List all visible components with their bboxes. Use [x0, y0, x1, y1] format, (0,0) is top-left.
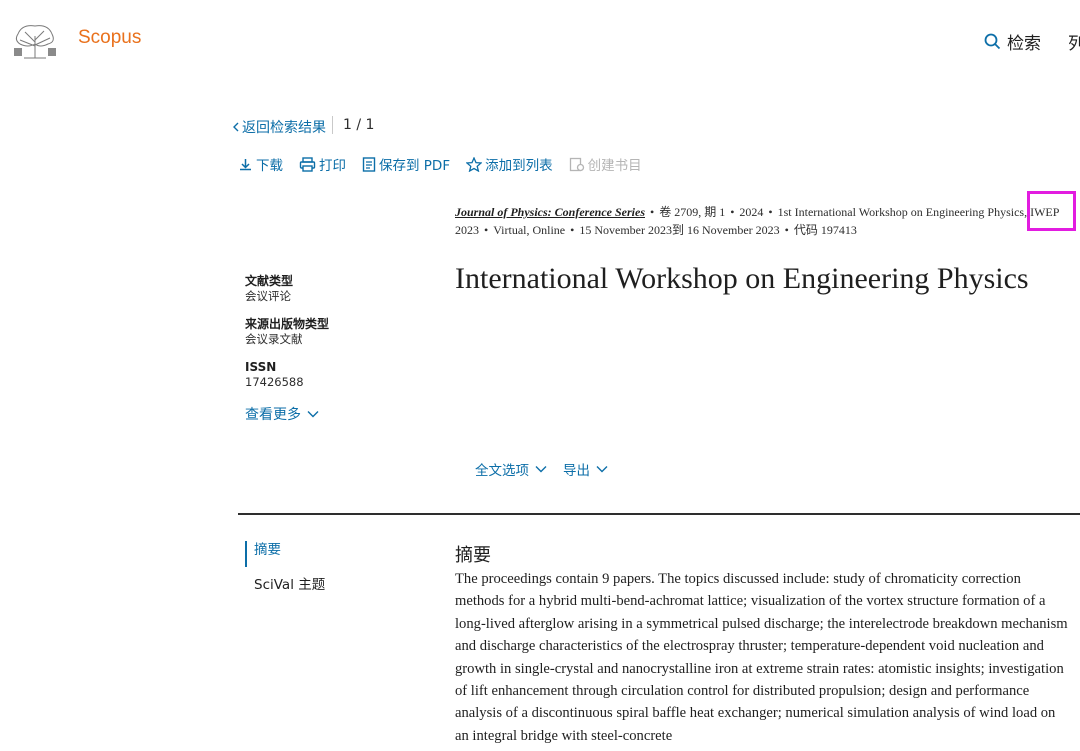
- bibliography-icon: [569, 157, 584, 171]
- export-button[interactable]: 导出: [563, 459, 608, 479]
- full-text-options-button[interactable]: 全文选项: [475, 459, 547, 479]
- scopus-logo[interactable]: Scopus: [78, 27, 141, 49]
- download-icon: [240, 158, 251, 170]
- save-pdf-label: 保存到 PDF: [379, 158, 451, 174]
- full-text-options-label: 全文选项: [475, 463, 529, 479]
- document-options: 全文选项 导出: [475, 459, 608, 479]
- pdf-icon: [362, 156, 376, 172]
- conference-code: 代码 197413: [793, 223, 857, 237]
- volume-issue: 卷 2709, 期 1: [659, 205, 726, 219]
- source-type-label: 来源出版物类型: [245, 317, 330, 331]
- print-button[interactable]: 打印: [299, 154, 346, 174]
- print-icon: [299, 156, 316, 172]
- search-label: 检索: [1007, 34, 1041, 54]
- section-divider: [238, 513, 1080, 515]
- nav-item-scival-topics[interactable]: SciVal 主题: [245, 576, 325, 594]
- create-bibliography-button[interactable]: 创建书目: [569, 154, 642, 174]
- issn-label: ISSN: [245, 360, 277, 374]
- see-more-label: 查看更多: [245, 407, 301, 423]
- save-pdf-button[interactable]: 保存到 PDF: [362, 154, 450, 174]
- add-to-list-button[interactable]: 添加到列表: [466, 154, 553, 174]
- chevron-left-icon: [233, 122, 239, 132]
- chevron-down-icon: [307, 411, 319, 418]
- document-metadata: 文献类型 会议评论 来源出版物类型 会议录文献 ISSN 17426588: [245, 274, 329, 403]
- nav-item-abstract[interactable]: 摘要: [245, 541, 325, 567]
- back-to-results-link[interactable]: 返回检索结果: [232, 117, 326, 137]
- issn-value: 17426588: [245, 375, 304, 389]
- search-icon: [984, 33, 1001, 50]
- abstract-body: The proceedings contain 9 papers. The to…: [455, 571, 1068, 744]
- annotation-highlight-box: [1027, 191, 1076, 231]
- section-nav: 摘要 SciVal 主题: [245, 541, 325, 594]
- elsevier-tree-icon: [14, 25, 56, 59]
- breadcrumb-divider: [332, 116, 333, 134]
- print-label: 打印: [319, 158, 346, 174]
- abstract-heading: 摘要: [455, 545, 491, 566]
- doc-type-value: 会议评论: [245, 289, 291, 303]
- chevron-down-icon: [596, 466, 608, 473]
- conference-dates: 15 November 2023到 16 November 2023: [579, 223, 780, 237]
- conference-location: Virtual, Online: [493, 223, 566, 237]
- chevron-down-icon: [535, 466, 547, 473]
- lists-menu[interactable]: 列: [1068, 29, 1080, 54]
- document-title: International Workshop on Engineering Ph…: [455, 262, 1029, 295]
- create-bibliography-label: 创建书目: [587, 158, 642, 174]
- add-to-list-label: 添加到列表: [485, 158, 553, 174]
- see-more-button[interactable]: 查看更多: [245, 404, 319, 424]
- download-label: 下载: [256, 158, 283, 174]
- star-icon: [466, 156, 483, 172]
- export-label: 导出: [563, 463, 590, 479]
- search-button[interactable]: 检索: [984, 29, 1041, 54]
- doc-type-label: 文献类型: [245, 274, 294, 288]
- source-info: Journal of Physics: Conference Series • 卷 …: [455, 205, 1059, 237]
- document-toolbar: 下载 打印 保存到 PDF 添加到列表 创建书目: [238, 154, 658, 174]
- publication-year: 2024: [739, 205, 764, 219]
- back-label: 返回检索结果: [242, 120, 326, 136]
- source-type-value: 会议录文献: [245, 332, 303, 346]
- journal-link[interactable]: Journal of Physics: Conference Series: [455, 205, 645, 219]
- download-button[interactable]: 下载: [238, 154, 283, 174]
- result-pager: 1 / 1: [343, 117, 375, 133]
